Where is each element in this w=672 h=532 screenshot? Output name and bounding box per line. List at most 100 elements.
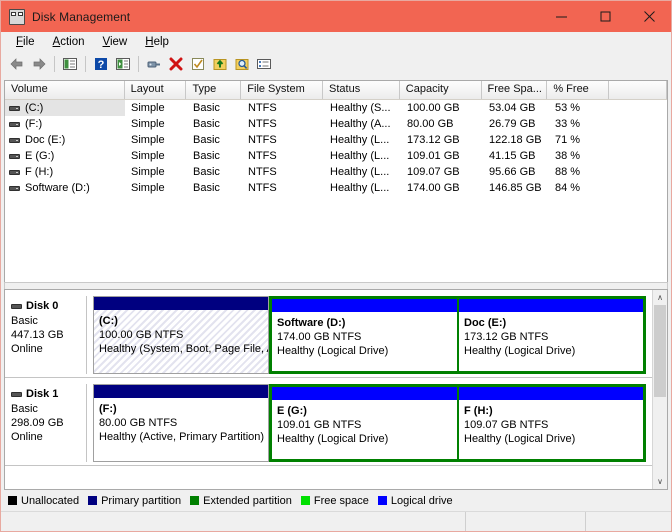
table-row[interactable]: Software (D:) Simple Basic NTFS Healthy (L..… bbox=[5, 180, 667, 196]
cell-free-space: 95.66 GB bbox=[489, 166, 536, 178]
legend-item: Extended partition bbox=[190, 495, 292, 507]
volume-icon bbox=[9, 153, 20, 159]
graphical-view-content: Disk 0 Basic 447.13 GB Online (C:) 100.00 GB … bbox=[5, 290, 652, 489]
properties-icon[interactable] bbox=[143, 53, 165, 75]
cell-pct-free: 71 % bbox=[555, 134, 581, 146]
partition-block[interactable]: Doc (E:) 173.12 GB NTFS Healthy (Logical D… bbox=[459, 299, 643, 371]
cell-status: Healthy (A... bbox=[330, 118, 391, 130]
back-icon[interactable] bbox=[6, 53, 28, 75]
menu-bar: File Action View Help bbox=[1, 32, 671, 52]
partition-size: 109.07 GB NTFS bbox=[464, 419, 549, 431]
column-header-volume[interactable]: Volume bbox=[5, 81, 125, 99]
toolbar: ? bbox=[1, 52, 671, 77]
cell-layout: Simple bbox=[131, 182, 165, 194]
volume-label: Software (D:) bbox=[25, 182, 90, 194]
cell-layout: Simple bbox=[131, 150, 165, 162]
help-icon[interactable]: ? bbox=[90, 53, 112, 75]
maximize-button[interactable] bbox=[583, 1, 627, 32]
partition-block[interactable]: Software (D:) 174.00 GB NTFS Healthy (Logi… bbox=[272, 299, 457, 371]
table-row[interactable]: E (G:) Simple Basic NTFS Healthy (L... 109.01… bbox=[5, 148, 667, 164]
legend-label: Logical drive bbox=[390, 494, 453, 507]
show-hide-action-pane-icon[interactable] bbox=[112, 53, 134, 75]
window-controls bbox=[539, 1, 671, 32]
minimize-button[interactable] bbox=[539, 1, 583, 32]
partition-name: F (H:) bbox=[464, 405, 493, 417]
cell-volume: (F:) bbox=[5, 116, 125, 132]
column-header-free-spa[interactable]: Free Spa... bbox=[481, 81, 548, 99]
cell-type: Basic bbox=[193, 134, 220, 146]
check-icon[interactable] bbox=[187, 53, 209, 75]
partition-block[interactable]: E (G:) 109.01 GB NTFS Healthy (Logical Dri… bbox=[272, 387, 457, 459]
legend-swatch bbox=[300, 496, 310, 505]
partition-block[interactable]: F (H:) 109.07 GB NTFS Healthy (Logical Dri… bbox=[459, 387, 643, 459]
cell-capacity: 109.01 GB bbox=[407, 150, 460, 162]
show-hide-console-tree-icon[interactable] bbox=[59, 53, 81, 75]
legend-label: Free space bbox=[313, 494, 369, 507]
disk-type: Basic bbox=[11, 403, 38, 415]
column-header-blank[interactable] bbox=[609, 81, 667, 99]
status-bar-section-a bbox=[466, 512, 586, 531]
column-header-type[interactable]: Type bbox=[186, 81, 242, 99]
cell-free-space: 122.18 GB bbox=[489, 134, 542, 146]
table-row[interactable]: F (H:) Simple Basic NTFS Healthy (L... 109.07… bbox=[5, 164, 667, 180]
legend-label: Extended partition bbox=[203, 494, 292, 507]
cell-type: Basic bbox=[193, 102, 220, 114]
graphical-view-scrollbar[interactable]: ∧ ∨ bbox=[652, 290, 667, 489]
column-header-capacity[interactable]: Capacity bbox=[399, 81, 482, 99]
menu-help[interactable]: Help bbox=[136, 33, 178, 51]
toolbar-separator bbox=[138, 56, 139, 72]
volume-icon bbox=[9, 105, 20, 111]
table-row[interactable]: (F:) Simple Basic NTFS Healthy (A... 80.00 GB… bbox=[5, 116, 667, 132]
volume-label: (C:) bbox=[25, 102, 44, 114]
scrollbar-thumb[interactable] bbox=[654, 305, 666, 397]
menu-file[interactable]: File bbox=[7, 33, 44, 51]
volume-icon bbox=[9, 137, 20, 143]
cell-filesystem: NTFS bbox=[248, 102, 277, 114]
column-header-layout[interactable]: Layout bbox=[124, 81, 187, 99]
table-row[interactable]: (C:) Simple Basic NTFS Healthy (S... 100.00 G… bbox=[5, 100, 667, 116]
extended-partition-group: E (G:) 109.01 GB NTFS Healthy (Logical Dri… bbox=[269, 384, 646, 462]
extend-volume-icon[interactable] bbox=[209, 53, 231, 75]
disk-info[interactable]: Disk 0 Basic 447.13 GB Online bbox=[5, 296, 87, 374]
volume-icon bbox=[9, 185, 20, 191]
disk-info[interactable]: Disk 1 Basic 298.09 GB Online bbox=[5, 384, 87, 462]
partition-block[interactable]: (F:) 80.00 GB NTFS Healthy (Active, Primar… bbox=[93, 384, 269, 462]
partition-size: 80.00 GB NTFS bbox=[99, 417, 178, 429]
menu-view[interactable]: View bbox=[94, 33, 137, 51]
menu-action[interactable]: Action bbox=[44, 33, 94, 51]
cell-type: Basic bbox=[193, 182, 220, 194]
search-icon[interactable] bbox=[231, 53, 253, 75]
partition-status: Healthy (Logical Drive) bbox=[277, 433, 389, 445]
partition-strip: (C:) 100.00 GB NTFS Healthy (System, Boot,… bbox=[87, 296, 652, 377]
legend-swatch bbox=[8, 496, 17, 505]
scrollbar-track[interactable] bbox=[653, 305, 667, 474]
status-bar bbox=[1, 511, 671, 531]
cell-free-space: 146.85 GB bbox=[489, 182, 542, 194]
cell-free-space: 26.79 GB bbox=[489, 118, 536, 130]
graphical-view-pane: Disk 0 Basic 447.13 GB Online (C:) 100.00 GB … bbox=[4, 289, 668, 490]
cell-capacity: 109.07 GB bbox=[407, 166, 460, 178]
scroll-up-icon[interactable]: ∧ bbox=[653, 290, 667, 305]
list-view-icon[interactable] bbox=[253, 53, 275, 75]
volume-list-header: Volume Layout Type File System Status Capacit… bbox=[5, 81, 667, 100]
disk-size: 298.09 GB bbox=[11, 417, 64, 429]
cell-volume: (C:) bbox=[5, 100, 125, 116]
cell-capacity: 174.00 GB bbox=[407, 182, 460, 194]
scroll-down-icon[interactable]: ∨ bbox=[653, 474, 667, 489]
delete-icon[interactable] bbox=[165, 53, 187, 75]
cell-status: Healthy (S... bbox=[330, 102, 391, 114]
column-header-free[interactable]: % Free bbox=[547, 81, 610, 99]
table-row[interactable]: Doc (E:) Simple Basic NTFS Healthy (L... 173.… bbox=[5, 132, 667, 148]
volume-label: E (G:) bbox=[25, 150, 55, 162]
partition-color-bar bbox=[94, 297, 268, 310]
cell-capacity: 173.12 GB bbox=[407, 134, 460, 146]
column-header-status[interactable]: Status bbox=[323, 81, 400, 99]
cell-volume: Software (D:) bbox=[5, 180, 125, 196]
cell-layout: Simple bbox=[131, 166, 165, 178]
cell-filesystem: NTFS bbox=[248, 182, 277, 194]
partition-block[interactable]: (C:) 100.00 GB NTFS Healthy (System, Boot,… bbox=[93, 296, 269, 374]
close-button[interactable] bbox=[627, 1, 671, 32]
column-header-file-system[interactable]: File System bbox=[241, 81, 324, 99]
partition-status: Healthy (Active, Primary Partition) bbox=[99, 431, 265, 443]
forward-icon[interactable] bbox=[28, 53, 50, 75]
